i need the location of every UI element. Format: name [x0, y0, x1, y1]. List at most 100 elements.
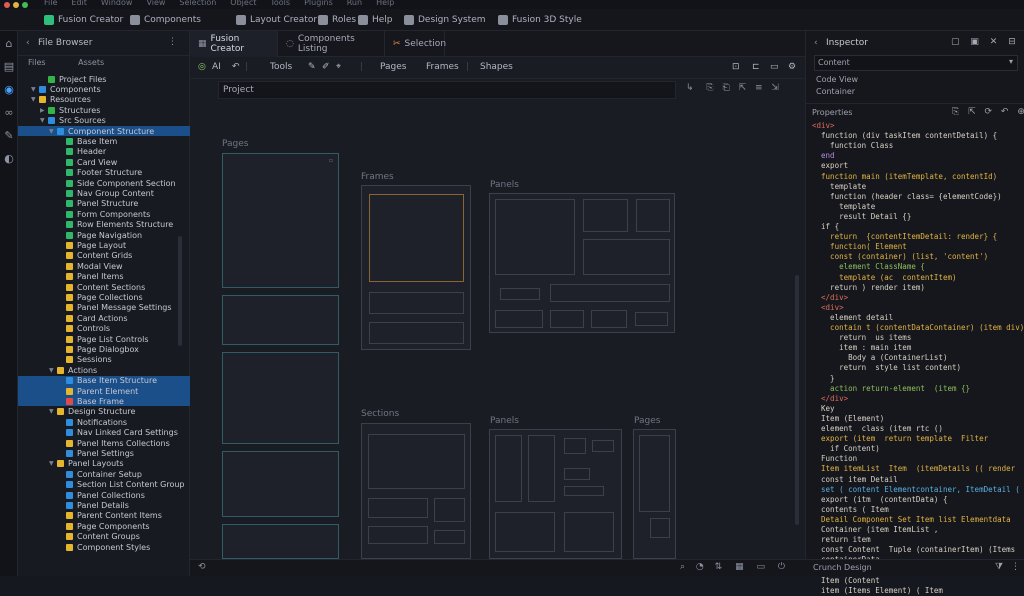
explorer-scrollbar[interactable] — [178, 236, 182, 346]
section-element[interactable] — [434, 530, 465, 544]
restore-icon[interactable]: ▣ — [970, 37, 979, 47]
pin-icon[interactable]: ⊟ — [1008, 37, 1016, 47]
tree-item[interactable]: ▼ Design Structure — [18, 407, 209, 417]
export-icon[interactable]: ⇱ — [739, 83, 747, 93]
bell-icon[interactable]: ◔ — [696, 562, 704, 572]
toolbar-item[interactable]: Roles — [318, 13, 356, 27]
panel-element[interactable] — [500, 288, 540, 300]
tree-item[interactable]: Content Groups — [18, 532, 218, 542]
minimize-window-button[interactable] — [13, 2, 19, 8]
tree-item[interactable]: Page Navigation — [18, 230, 218, 240]
canvas-scrollbar[interactable] — [795, 275, 799, 525]
menu-item[interactable]: Selection — [179, 0, 216, 7]
panel-element[interactable] — [583, 199, 628, 232]
chevron-icon[interactable]: ▼ — [40, 117, 46, 124]
tree-item[interactable]: ▼ Component Structure — [18, 126, 209, 136]
page-frame[interactable] — [222, 451, 339, 517]
tree-item[interactable]: Panel Items — [18, 272, 218, 282]
pages-group-2[interactable] — [633, 429, 676, 559]
panel-element[interactable] — [495, 435, 522, 502]
copy-icon[interactable]: ⎘ — [706, 83, 713, 93]
tree-item[interactable]: Content Grids — [18, 251, 218, 261]
chevron-icon[interactable]: ▶ — [40, 107, 46, 114]
tree-item[interactable]: Panel Details — [18, 500, 218, 510]
frames-group[interactable] — [361, 185, 471, 350]
home-icon[interactable]: ⌂ — [3, 38, 15, 50]
tree-item[interactable]: Panel Items Collections — [18, 438, 218, 448]
frame-element[interactable] — [369, 292, 464, 314]
paste-icon[interactable]: ⎗ — [723, 83, 730, 93]
menu-item[interactable]: Run — [347, 0, 362, 7]
sync-icon[interactable]: ⇅ — [715, 562, 723, 572]
section-element[interactable] — [368, 434, 465, 489]
shape-tool-icon[interactable]: ⌖ — [336, 62, 341, 72]
tree-item[interactable]: Section List Content Group — [18, 480, 218, 490]
redo-icon[interactable]: ↳ — [686, 83, 694, 93]
panel-element[interactable] — [564, 512, 614, 552]
chevron-left-icon[interactable]: ‹ — [814, 38, 818, 48]
tree-item[interactable]: Notifications — [18, 417, 218, 427]
panels-group[interactable] — [489, 193, 675, 333]
close-icon[interactable]: ✕ — [990, 37, 998, 47]
sections-group[interactable] — [361, 423, 471, 559]
search-icon[interactable]: ◉ — [3, 84, 15, 96]
panel-element[interactable] — [564, 438, 586, 454]
run-icon[interactable]: ⊕ — [1017, 107, 1024, 117]
tree-item[interactable]: Base Frame — [18, 396, 218, 407]
tree-item[interactable]: Page List Controls — [18, 334, 218, 344]
power-icon[interactable]: ⏻ — [778, 562, 785, 572]
menu-item[interactable]: Tools — [270, 0, 290, 7]
tree-item[interactable]: Header — [18, 147, 218, 157]
page-frame[interactable] — [222, 352, 339, 444]
chevron-left-icon[interactable]: ‹ — [26, 38, 30, 48]
tree-item[interactable]: Card Actions — [18, 313, 218, 323]
panel-element[interactable] — [564, 486, 604, 496]
toolbar-shapes[interactable]: Shapes — [480, 62, 513, 72]
panels-group-2[interactable] — [489, 429, 622, 559]
more-icon[interactable]: ⋮ — [168, 37, 177, 47]
search-icon[interactable]: ⌕ — [680, 562, 685, 572]
toolbar-undo-icon[interactable]: ↶ — [232, 62, 240, 72]
page-element[interactable] — [650, 518, 670, 538]
tree-item[interactable]: Container Setup — [18, 469, 218, 479]
shape-icon[interactable]: ◐ — [3, 153, 15, 165]
toolbar-item[interactable]: Design System — [404, 13, 486, 27]
panel-element[interactable] — [550, 310, 584, 328]
panel-element[interactable] — [592, 440, 614, 452]
tree-item[interactable]: Footer Structure — [18, 168, 218, 178]
page-frame[interactable] — [222, 524, 339, 559]
page-frame[interactable]: ▫ — [222, 153, 339, 288]
toolbar-item[interactable]: Fusion 3D Style — [498, 13, 582, 27]
menu-item[interactable]: File — [44, 0, 57, 7]
filter-icon[interactable]: ⧩ — [995, 562, 1003, 572]
section-element[interactable] — [368, 526, 428, 544]
tree-item[interactable]: Sessions — [18, 355, 218, 365]
chevron-icon[interactable]: ▼ — [31, 96, 37, 103]
comment-icon[interactable]: ▭ — [756, 562, 765, 572]
grid-icon[interactable]: ▦ — [735, 562, 744, 572]
tree-item[interactable]: Panel Structure — [18, 199, 218, 209]
tree-item[interactable]: Panel Settings — [18, 448, 218, 458]
chevron-icon[interactable]: ▼ — [49, 460, 55, 467]
panel-element[interactable] — [564, 468, 590, 480]
link-icon[interactable]: ∞ — [3, 107, 15, 119]
tab[interactable]: ◌ Components Listing — [278, 31, 385, 57]
tree-item[interactable]: ▼ Panel Layouts — [18, 459, 209, 469]
tree-item[interactable]: Nav Linked Card Settings — [18, 428, 218, 438]
frame-element[interactable] — [369, 322, 464, 344]
export-icon[interactable]: ⇱ — [968, 107, 976, 117]
tree-item[interactable]: Card View — [18, 157, 218, 167]
chevron-icon[interactable]: ▼ — [49, 408, 55, 415]
tree-item[interactable]: Page Layout — [18, 240, 218, 250]
brush-icon[interactable]: ✐ — [322, 62, 330, 72]
panel-element[interactable] — [495, 310, 543, 328]
tree-item[interactable]: Page Components — [18, 521, 218, 531]
more-icon[interactable]: ⋮ — [1011, 562, 1020, 572]
menu-item[interactable]: Plugins — [304, 0, 333, 7]
files-icon[interactable]: ▤ — [3, 61, 15, 73]
refresh-icon[interactable]: ⟳ — [985, 107, 993, 117]
refresh-icon[interactable]: ⟲ — [198, 562, 206, 572]
tree-item[interactable]: Panel Collections — [18, 490, 218, 500]
copy-icon[interactable]: ⎘ — [952, 107, 959, 117]
menu-item[interactable]: Edit — [71, 0, 87, 7]
